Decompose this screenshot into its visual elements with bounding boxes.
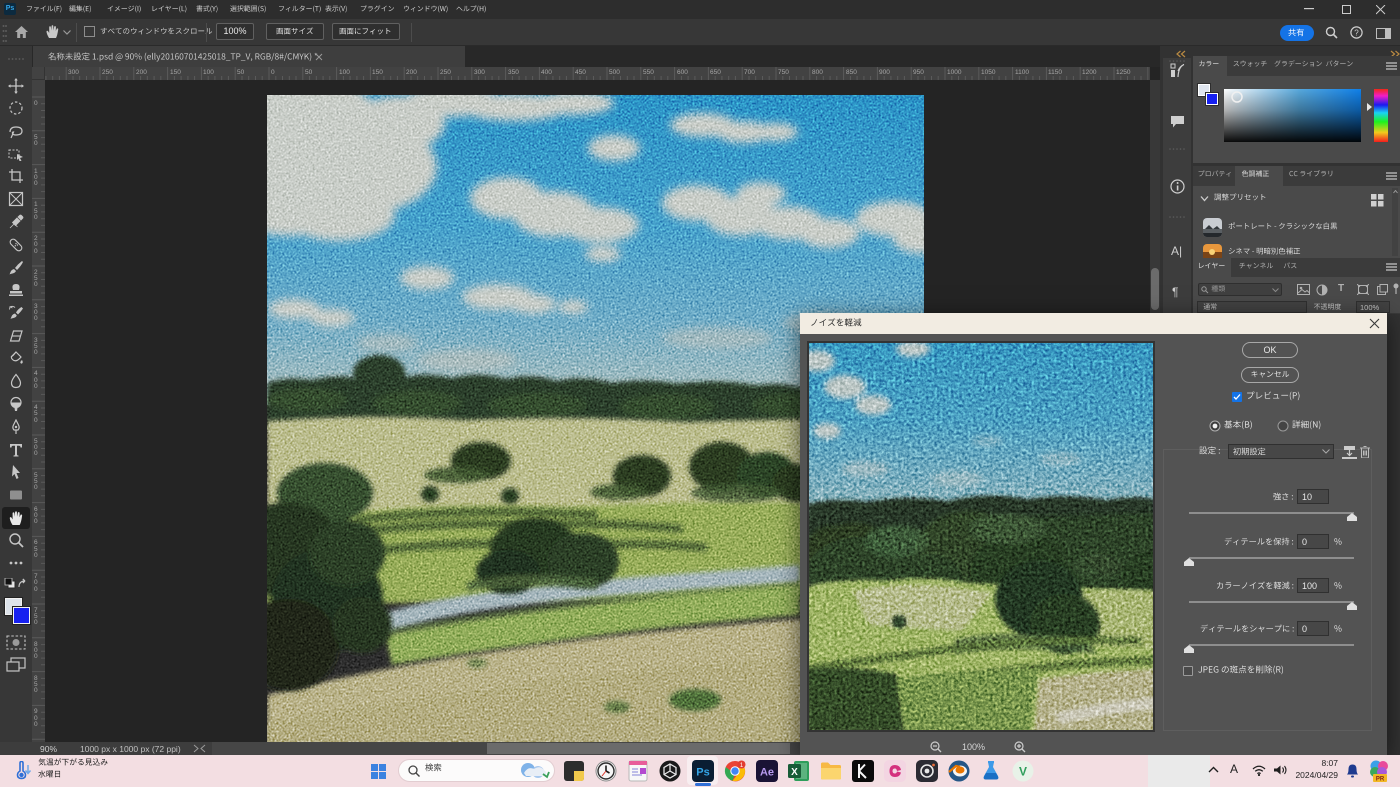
svg-text:0: 0 (271, 69, 275, 76)
svg-text:150: 150 (170, 69, 181, 76)
svg-text:0: 0 (34, 552, 38, 559)
svg-text:0: 0 (34, 140, 38, 147)
svg-text:950: 950 (913, 69, 924, 76)
svg-text:500: 500 (609, 69, 620, 76)
svg-text:0: 0 (34, 100, 38, 107)
svg-text:9: 9 (34, 708, 38, 715)
svg-text:200: 200 (136, 69, 147, 76)
svg-text:0: 0 (34, 721, 38, 728)
svg-text:1050: 1050 (981, 69, 996, 76)
svg-text:0: 0 (34, 248, 38, 255)
svg-text:0: 0 (34, 619, 38, 626)
svg-text:400: 400 (541, 69, 552, 76)
svg-text:1200: 1200 (1082, 69, 1097, 76)
svg-text:0: 0 (34, 315, 38, 322)
svg-text:250: 250 (102, 69, 113, 76)
svg-text:100: 100 (203, 69, 214, 76)
svg-text:0: 0 (34, 214, 38, 221)
svg-text:5: 5 (34, 410, 38, 417)
svg-text:1150: 1150 (1048, 69, 1062, 76)
svg-text:0: 0 (34, 687, 38, 694)
svg-text:850: 850 (846, 69, 857, 76)
svg-text:550: 550 (643, 69, 654, 76)
svg-text:1000: 1000 (947, 69, 962, 76)
svg-text:300: 300 (68, 69, 79, 76)
svg-text:PR: PR (1376, 777, 1385, 783)
svg-text:0: 0 (34, 241, 38, 248)
svg-text:750: 750 (778, 69, 789, 76)
svg-text:900: 900 (879, 69, 890, 76)
svg-text:0: 0 (34, 349, 38, 356)
svg-text:1250: 1250 (1116, 69, 1131, 76)
svg-text:0: 0 (34, 586, 38, 593)
svg-text:0: 0 (34, 653, 38, 660)
svg-text:50: 50 (305, 69, 313, 76)
svg-text:700: 700 (744, 69, 755, 76)
svg-text:100: 100 (339, 69, 350, 76)
svg-text:650: 650 (710, 69, 721, 76)
svg-text:300: 300 (474, 69, 485, 76)
svg-text:600: 600 (677, 69, 688, 76)
svg-text:0: 0 (34, 383, 38, 390)
svg-text:50: 50 (237, 69, 245, 76)
svg-text:0: 0 (34, 417, 38, 424)
svg-text:150: 150 (372, 69, 383, 76)
svg-text:1: 1 (34, 201, 38, 208)
svg-text:Ps: Ps (696, 767, 709, 779)
svg-text:0: 0 (34, 450, 38, 457)
svg-text:4: 4 (34, 370, 38, 377)
svg-text:250: 250 (440, 69, 451, 76)
svg-text:?: ? (1354, 28, 1359, 37)
svg-text:1100: 1100 (1015, 69, 1029, 76)
svg-text:0: 0 (34, 579, 38, 586)
svg-text:450: 450 (575, 69, 586, 76)
svg-text:X: X (791, 767, 798, 778)
svg-text:0: 0 (34, 484, 38, 491)
svg-text:0: 0 (34, 518, 38, 525)
svg-text:350: 350 (508, 69, 519, 76)
svg-text:6: 6 (34, 539, 38, 546)
svg-text:0: 0 (34, 180, 38, 187)
svg-text:V: V (1019, 765, 1027, 779)
svg-text:800: 800 (812, 69, 823, 76)
svg-text:0: 0 (34, 281, 38, 288)
svg-text:200: 200 (406, 69, 417, 76)
svg-text:Ae: Ae (760, 767, 774, 779)
